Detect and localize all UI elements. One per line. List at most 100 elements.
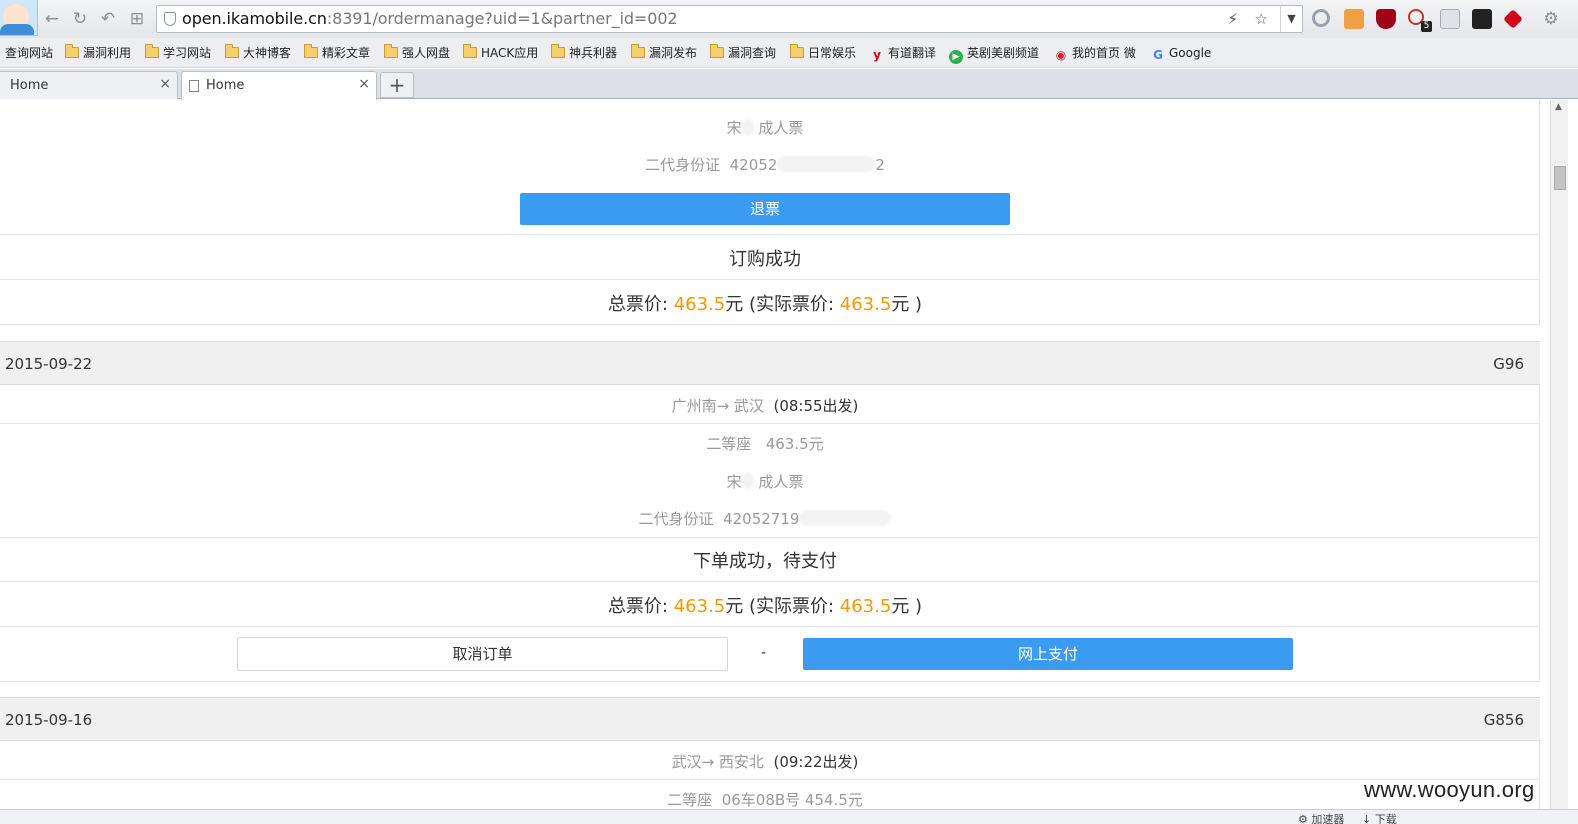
avatar-body: [0, 24, 34, 35]
download-item[interactable]: ↓ 下载: [1362, 811, 1397, 824]
price-line: 总票价: 463.5元 (实际票价: 463.5元 ): [607, 294, 923, 315]
seat-line: 二等座 463.5元: [706, 435, 824, 453]
route-line: 武汉→ 西安北 (09:22出发): [671, 753, 859, 771]
extension-diamond-icon[interactable]: [1503, 9, 1523, 29]
order-status: 下单成功，待支付: [693, 551, 837, 572]
divider: [0, 234, 1540, 235]
extension-dark-icon[interactable]: [1472, 9, 1492, 29]
status-bar: ⚙ 加速器 ↓ 下载: [0, 809, 1578, 824]
security-shield-icon: [164, 12, 176, 26]
url-text[interactable]: open.ikamobile.cn:8391/ordermanage?uid=1…: [182, 9, 678, 28]
user-avatar[interactable]: [0, 0, 38, 36]
watermark: www.wooyun.org: [1364, 777, 1535, 802]
undo-icon[interactable]: ↶: [97, 8, 119, 30]
apps-grid-icon[interactable]: ⊞: [126, 8, 148, 30]
ublock-icon[interactable]: [1376, 9, 1396, 29]
refund-button[interactable]: 退票: [520, 193, 1010, 225]
weibo-icon: ◉: [1055, 48, 1067, 62]
bookmark-youdao[interactable]: y 有道翻译: [870, 44, 936, 62]
bookmark-tv-channel[interactable]: ▶ 英剧美剧频道: [949, 44, 1039, 64]
divider: [0, 779, 1540, 780]
passenger-line: 宋 成人票: [726, 119, 804, 137]
button-separator: -: [761, 645, 767, 661]
printer-icon[interactable]: [1440, 9, 1460, 29]
tab-home-1[interactable]: Home ×: [0, 71, 178, 99]
bookmark-folder[interactable]: 日常娱乐: [790, 44, 856, 62]
bookmark-folder[interactable]: 漏洞利用: [65, 44, 131, 62]
folder-icon: [463, 44, 477, 58]
refresh-icon[interactable]: ↻: [69, 8, 91, 30]
bookmark-folder[interactable]: 学习网站: [145, 44, 211, 62]
bookmark-folder[interactable]: 大神博客: [225, 44, 291, 62]
bookmark-item[interactable]: 查询网站: [5, 44, 53, 62]
play-icon: ▶: [949, 50, 963, 64]
new-tab-button[interactable]: +: [380, 72, 414, 98]
wrench-menu-icon[interactable]: ⚙: [1540, 8, 1562, 30]
divider: [0, 626, 1540, 627]
id-card-line: 二代身份证 42052 2: [645, 156, 885, 174]
redacted-mask: [741, 119, 754, 135]
bookmark-folder[interactable]: 漏洞发布: [631, 44, 697, 62]
order-date: 2015-09-22: [5, 355, 93, 373]
bookmark-folder[interactable]: 精彩文章: [304, 44, 370, 62]
lightning-icon[interactable]: ⚡: [1227, 10, 1238, 28]
close-icon[interactable]: ×: [159, 76, 171, 92]
divider: [0, 537, 1540, 538]
browser-toolbar: ← ↻ ↶ ⊞ open.ikamobile.cn:8391/ordermana…: [0, 0, 1578, 38]
bookmark-folder[interactable]: 漏洞查询: [710, 44, 776, 62]
price-line: 总票价: 463.5元 (实际票价: 463.5元 ): [607, 596, 923, 617]
cancel-order-button[interactable]: 取消订单: [237, 637, 728, 671]
bookmark-weibo[interactable]: ◉ 我的首页 微: [1054, 44, 1136, 62]
train-number: G856: [1483, 711, 1524, 729]
tab-bar: Home × Home ×: [0, 69, 1578, 100]
bookmark-folder[interactable]: 神兵利器: [551, 44, 617, 62]
id-card-line: 二代身份证 42052719: [0, 508, 1530, 529]
divider: [0, 581, 1540, 582]
passenger-line: 宋 成人票: [726, 473, 804, 491]
folder-icon: [145, 44, 159, 58]
bookmark-folder[interactable]: 强人网盘: [384, 44, 450, 62]
vertical-scrollbar[interactable]: ▲: [1550, 100, 1568, 809]
page-viewport: 宋 成人票 二代身份证 42052 2 退票 订购成功 总票价: 463.5元 (…: [0, 100, 1550, 809]
address-bar[interactable]: open.ikamobile.cn:8391/ordermanage?uid=1…: [156, 5, 1303, 33]
youdao-icon: y: [873, 48, 881, 62]
url-dropdown-icon[interactable]: ▼: [1280, 6, 1302, 32]
extension-badge: 5: [1421, 21, 1432, 32]
divider: [0, 279, 1540, 280]
tab-home-2[interactable]: Home ×: [181, 71, 377, 100]
bookmark-folder[interactable]: HACK应用: [463, 44, 538, 62]
folder-icon: [710, 44, 724, 58]
document-icon: [189, 80, 199, 92]
order-status: 订购成功: [729, 249, 801, 270]
scrollbar-thumb[interactable]: [1554, 166, 1566, 190]
redacted-mask: [799, 510, 892, 526]
bookmarks-bar: 查询网站 漏洞利用 学习网站 大神博客 精彩文章 强人网盘 HACK应用 神兵利…: [0, 38, 1578, 68]
close-icon[interactable]: ×: [358, 76, 370, 92]
google-icon: G: [1153, 48, 1163, 62]
seat-line: 二等座 06车08B号 454.5元: [667, 791, 863, 809]
redacted-mask: [741, 473, 754, 489]
pay-online-button[interactable]: 网上支付: [803, 638, 1293, 670]
order-date: 2015-09-16: [5, 711, 93, 729]
bookmark-google[interactable]: G Google: [1151, 44, 1211, 62]
folder-icon: [225, 44, 239, 58]
accelerator-item[interactable]: ⚙ 加速器: [1298, 811, 1344, 824]
back-arrow-icon[interactable]: ←: [41, 8, 63, 30]
train-number: G96: [1493, 355, 1524, 373]
scroll-up-arrow-icon[interactable]: ▲: [1555, 102, 1562, 112]
star-icon[interactable]: ☆: [1255, 10, 1268, 28]
extension-ring-icon[interactable]: [1312, 9, 1330, 27]
folder-icon: [790, 44, 804, 58]
extension-pattern-icon[interactable]: [1344, 9, 1364, 29]
folder-icon: [551, 44, 565, 58]
folder-icon: [304, 44, 318, 58]
route-line: 广州南→ 武汉 (08:55出发): [671, 397, 859, 415]
folder-icon: [65, 44, 79, 58]
redacted-mask: [777, 156, 876, 172]
folder-icon: [384, 44, 398, 58]
order-header: 2015-09-22 G96: [0, 341, 1540, 385]
divider: [0, 423, 1540, 424]
folder-icon: [631, 44, 645, 58]
order-header: 2015-09-16 G856: [0, 697, 1540, 741]
browser-window: ← ↻ ↶ ⊞ open.ikamobile.cn:8391/ordermana…: [0, 0, 1578, 824]
